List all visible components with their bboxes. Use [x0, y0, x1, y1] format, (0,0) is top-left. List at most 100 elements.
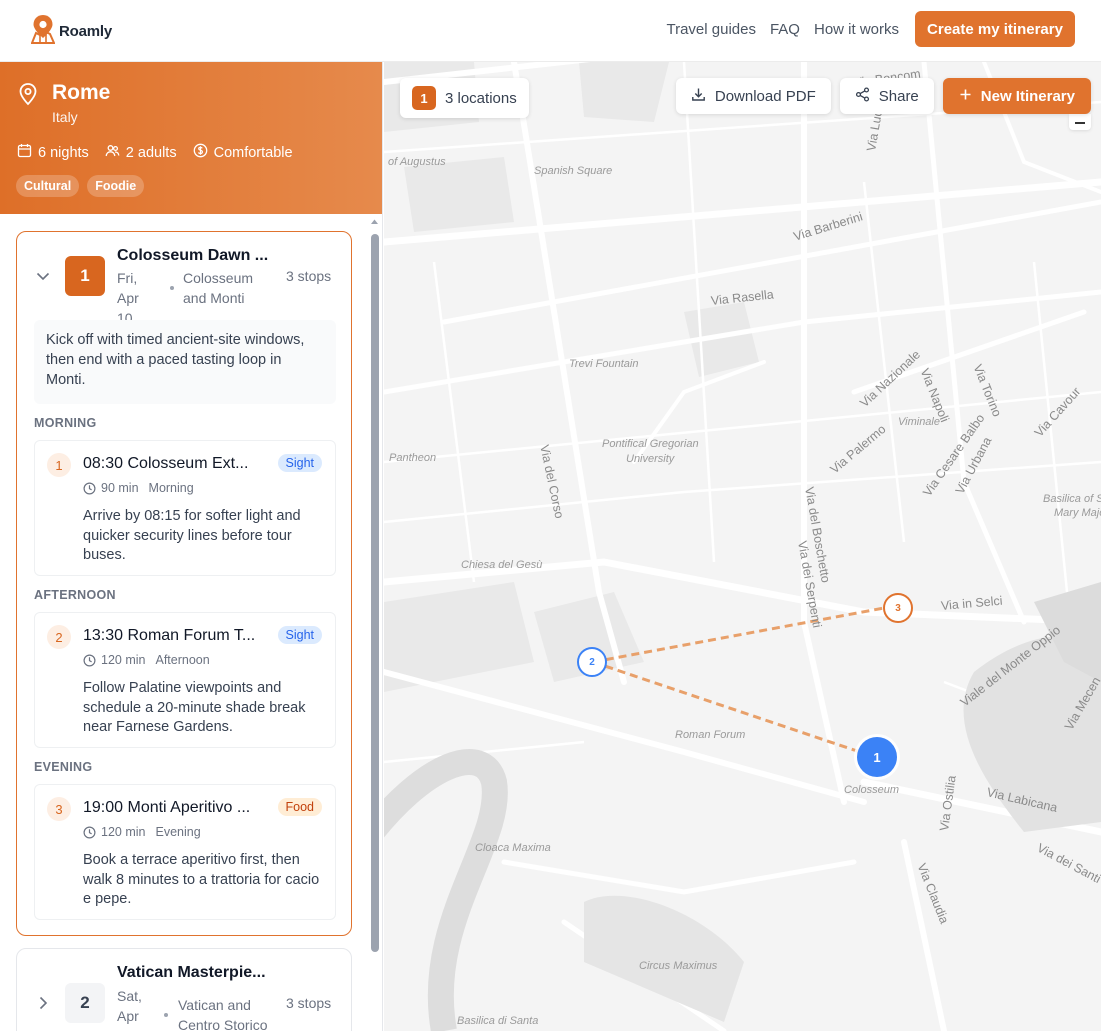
- map-place-label: Pantheon: [389, 452, 437, 464]
- activity-number: 3: [47, 797, 71, 821]
- scroll-up-arrow-icon[interactable]: [370, 218, 379, 228]
- trip-travelers: 2 adults: [105, 143, 177, 162]
- day-date: Sat, Apr: [117, 986, 153, 1026]
- download-icon: [691, 87, 706, 106]
- map-place-label: Circus Maximus: [639, 960, 718, 972]
- day-stops-count: 3 stops: [286, 995, 332, 1011]
- day-summary: Kick off with timed ancient-site windows…: [34, 320, 336, 404]
- download-pdf-label: Download PDF: [714, 87, 816, 105]
- activity-period: Afternoon: [155, 653, 210, 667]
- locations-count-label: 3 locations: [445, 89, 517, 107]
- day-area-line1: Colosseum: [183, 270, 254, 286]
- map-pin-2[interactable]: 2: [577, 647, 607, 677]
- trip-tags: Cultural Foodie: [16, 175, 145, 197]
- top-nav: Roamly Travel guides FAQ How it works Cr…: [0, 0, 1101, 62]
- map-place-label: Viminale: [898, 416, 940, 428]
- map-pin-1[interactable]: 1: [857, 737, 897, 777]
- activity-title: 13:30 Roman Forum T...: [83, 627, 256, 644]
- download-pdf-button[interactable]: Download PDF: [675, 78, 831, 114]
- activity-description: Follow Palatine viewpoints and schedule …: [83, 680, 306, 735]
- activity-meta: 90 min Morning: [83, 481, 194, 495]
- clock-icon: [83, 653, 96, 667]
- day-area-line2: Centro Storico: [178, 1017, 268, 1031]
- activity-card[interactable]: 3 19:00 Monti Aperitivo ... Food 120 min…: [34, 784, 336, 920]
- map-place-label: University: [626, 453, 675, 465]
- day-number-badge: 2: [65, 983, 105, 1023]
- map-place-label: Trevi Fountain: [569, 358, 639, 370]
- activity-description: Arrive by 08:15 for softer light and qui…: [83, 508, 301, 563]
- activity-period: Morning: [148, 481, 194, 495]
- day-date-weekday: Sat,: [117, 988, 142, 1004]
- zoom-out-button[interactable]: [1069, 114, 1091, 130]
- nav-travel-guides-link[interactable]: Travel guides: [666, 21, 756, 38]
- activity-number: 1: [47, 453, 71, 477]
- map-place-label: Colosseum: [844, 784, 900, 796]
- share-button[interactable]: Share: [839, 78, 934, 114]
- trip-nights: 6 nights: [17, 143, 89, 162]
- activity-card[interactable]: 1 08:30 Colosseum Ext... Sight 90 min Mo…: [34, 440, 336, 576]
- destination-city: Rome: [52, 81, 111, 104]
- day-number-badge: 1: [65, 256, 105, 296]
- nav-links: Travel guides FAQ How it works Create my…: [666, 11, 1075, 47]
- day-card-2[interactable]: 2 Vatican Masterpie... Sat, Apr Vatican …: [16, 948, 352, 1031]
- category-badge: Food: [277, 798, 322, 816]
- period-afternoon: AFTERNOON: [34, 588, 116, 602]
- activity-period: Evening: [155, 825, 201, 839]
- activity-number: 2: [47, 625, 71, 649]
- day-title[interactable]: Colosseum Dawn ...: [117, 247, 279, 265]
- activity-duration: 120 min: [101, 825, 146, 839]
- travelers-text: 2 adults: [125, 144, 177, 161]
- dollar-circle-icon: [193, 143, 208, 162]
- separator-dot: [164, 1013, 168, 1017]
- map-pin-logo-icon: [30, 14, 56, 49]
- map-place-label: Chiesa del Gesù: [461, 559, 543, 571]
- sidebar-scrollbar[interactable]: [370, 218, 379, 1028]
- category-badge: Sight: [277, 626, 322, 644]
- map-place-label: Pontifical Gregorian: [602, 438, 699, 450]
- day-area-line2: and Monti: [183, 290, 245, 306]
- minus-icon: [1075, 122, 1085, 124]
- activity-title: 08:30 Colosseum Ext...: [83, 455, 249, 472]
- activity-card[interactable]: 2 13:30 Roman Forum T... Sight 120 min A…: [34, 612, 336, 748]
- day-date-weekday: Fri,: [117, 270, 138, 286]
- map-place-label: of Augustus: [388, 156, 446, 168]
- locations-count-chip[interactable]: 1 3 locations: [400, 78, 529, 118]
- itinerary-map[interactable]: Spanish Square Trevi Fountain Pantheon P…: [384, 62, 1101, 1031]
- category-badge: Sight: [277, 454, 322, 472]
- activity-meta: 120 min Afternoon: [83, 653, 210, 667]
- map-pin-3[interactable]: 3: [883, 593, 913, 623]
- new-itinerary-button[interactable]: New Itinerary: [942, 78, 1091, 114]
- chevron-right-icon[interactable]: [35, 995, 51, 1011]
- nights-text: 6 nights: [38, 144, 89, 161]
- activity-duration: 90 min: [101, 481, 139, 495]
- destination-header: Rome Italy 6 nights 2 adults Comfortable…: [0, 62, 382, 214]
- day-card-1: 1 Colosseum Dawn ... Fri, Apr 10 Colosse…: [16, 231, 352, 936]
- calendar-icon: [17, 143, 32, 162]
- tag-cultural: Cultural: [16, 175, 80, 197]
- chevron-down-icon[interactable]: [35, 268, 51, 284]
- itinerary-sidebar: Rome Italy 6 nights 2 adults Comfortable…: [0, 62, 383, 1031]
- clock-icon: [83, 481, 96, 495]
- nav-faq-link[interactable]: FAQ: [770, 21, 800, 38]
- clock-icon: [83, 825, 96, 839]
- destination-country: Italy: [52, 109, 78, 125]
- day-title[interactable]: Vatican Masterpie...: [117, 964, 279, 982]
- map-base: [384, 62, 1101, 1031]
- day-stops-count: 3 stops: [286, 268, 332, 284]
- trip-meta: 6 nights 2 adults Comfortable: [17, 143, 309, 162]
- period-evening: EVENING: [34, 760, 93, 774]
- activity-meta: 120 min Evening: [83, 825, 201, 839]
- new-itinerary-label: New Itinerary: [980, 87, 1075, 105]
- map-place-label: Spanish Square: [534, 165, 613, 177]
- share-icon: [855, 86, 870, 106]
- nav-how-it-works-link[interactable]: How it works: [814, 21, 899, 38]
- day-area: Colosseum and Monti: [183, 268, 273, 308]
- day-date: Fri, Apr 10: [117, 268, 153, 328]
- brand-logo[interactable]: Roamly: [30, 14, 112, 49]
- trip-budget: Comfortable: [193, 143, 293, 162]
- scrollbar-thumb[interactable]: [371, 234, 379, 952]
- create-itinerary-button[interactable]: Create my itinerary: [915, 11, 1075, 47]
- tag-foodie: Foodie: [87, 175, 145, 197]
- map-place-label: Roman Forum: [675, 729, 746, 741]
- users-icon: [105, 143, 120, 162]
